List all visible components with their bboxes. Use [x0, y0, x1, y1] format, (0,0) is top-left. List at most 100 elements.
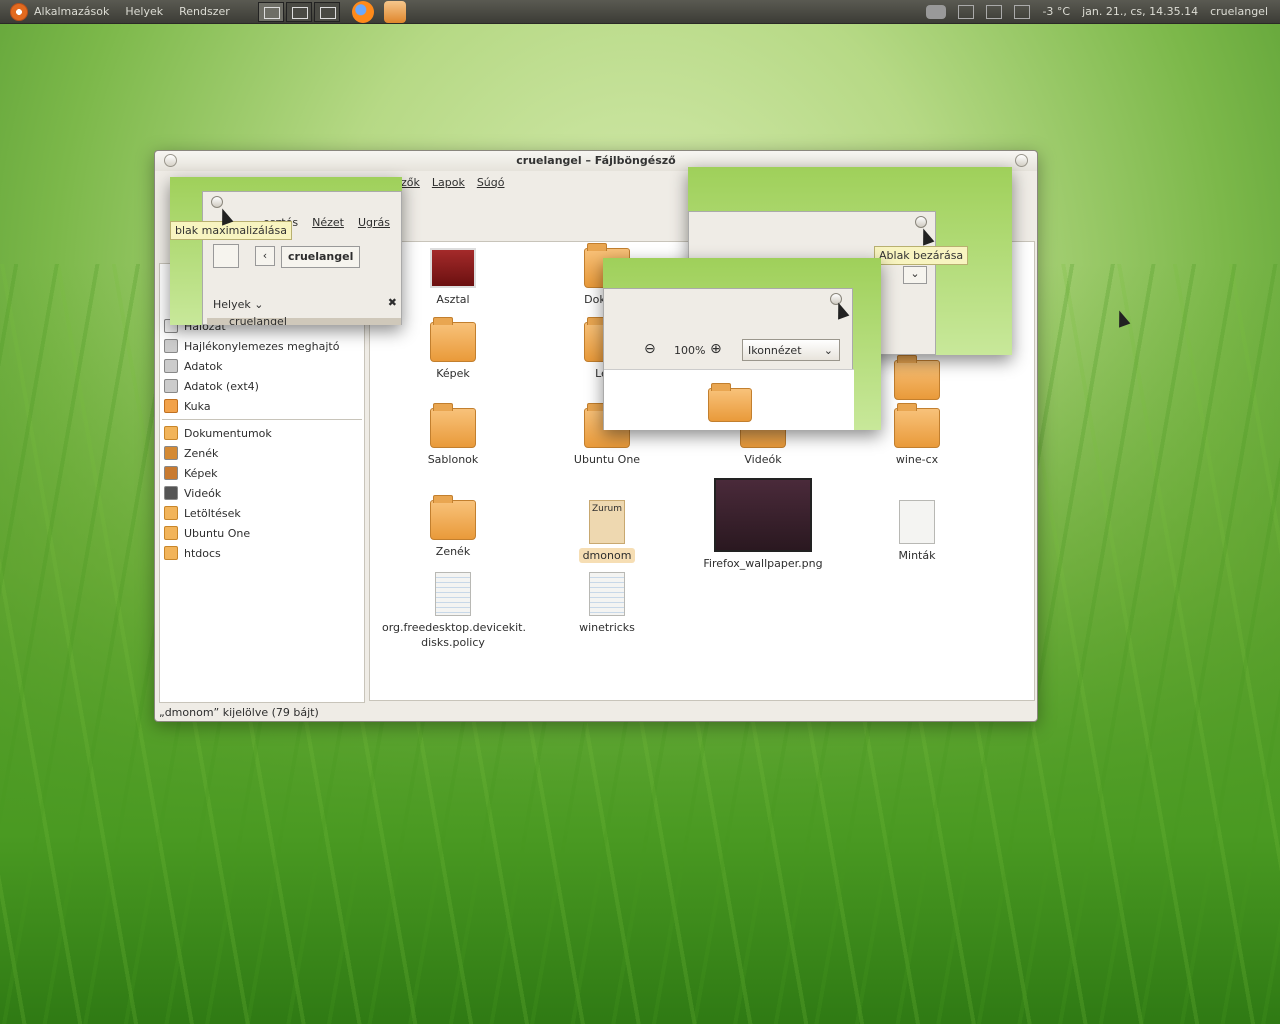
trash-launcher-icon[interactable] — [383, 0, 406, 23]
file-label: Asztal — [436, 293, 470, 306]
drive-icon — [164, 359, 178, 373]
sidebar-item-label: Kuka — [184, 399, 211, 413]
sidebar-place-item[interactable]: Kuka — [160, 396, 364, 416]
menu-tabs[interactable]: Lapok — [432, 176, 465, 189]
maximize-button[interactable] — [211, 196, 223, 208]
close-sidebar-icon[interactable]: ✖ — [388, 296, 397, 309]
chat-icon[interactable] — [926, 4, 947, 19]
file-label-line2: disks.policy — [421, 636, 485, 649]
sidebar-item-label: htdocs — [184, 546, 221, 560]
menu-help[interactable]: Súgó — [477, 176, 505, 189]
location-button[interactable]: cruelangel — [281, 246, 361, 268]
menu-applications[interactable]: Alkalmazások — [34, 5, 109, 18]
sidebar-bookmark-item[interactable]: Letöltések — [160, 503, 364, 523]
maximize-tooltip: blak maximalizálása — [170, 221, 293, 240]
sidebar-item-label: Videók — [184, 486, 222, 500]
document-icon — [899, 500, 935, 544]
sidebar-item-label: Letöltések — [184, 506, 241, 520]
places-dropdown[interactable]: Helyek ⌄ — [213, 298, 263, 311]
folder-icon — [430, 495, 476, 540]
workspace-3[interactable] — [313, 1, 340, 22]
menu-system[interactable]: Rendszer — [179, 5, 230, 18]
text-file-icon — [435, 572, 471, 616]
file-item[interactable]: Firefox_wallpaper.png — [688, 478, 838, 571]
weather-temperature[interactable]: -3 °C — [1042, 5, 1070, 18]
music-folder-icon — [164, 446, 178, 460]
sidebar-place-item[interactable]: Adatok (ext4) — [160, 376, 364, 396]
file-label: winetricks — [579, 621, 635, 634]
folder-icon — [164, 546, 178, 560]
zoom-out-icon[interactable]: ⊖ — [644, 341, 656, 357]
menu-places[interactable]: Helyek — [125, 5, 163, 18]
file-label: Képek — [436, 367, 470, 380]
sidebar-item-home[interactable]: cruelangel — [207, 315, 401, 325]
file-item[interactable]: winetricks — [532, 572, 682, 635]
clock[interactable]: jan. 21., cs, 14.35.14 — [1082, 5, 1198, 18]
window-thumbnail-3[interactable]: ⊖ 100% ⊕ Ikonnézet ⌄ — [603, 258, 881, 430]
drive-icon — [164, 379, 178, 393]
mail-icon[interactable] — [1014, 4, 1031, 19]
sidebar: Hálózat Hajlékonylemezes meghajtó Adatok Ad… — [159, 263, 365, 703]
view-mode-select[interactable]: Ikonnézet ⌄ — [742, 339, 840, 361]
file-item[interactable]: Minták — [842, 500, 992, 563]
file-label: org.freedesktop.devicekit. — [382, 621, 526, 634]
text-file-icon — [589, 572, 625, 616]
folder-icon — [164, 506, 178, 520]
zoom-level[interactable]: 100% — [674, 344, 705, 357]
sidebar-bookmark-item[interactable]: Dokumentumok — [160, 423, 364, 443]
folder-icon — [430, 403, 476, 448]
window-thumbnail-1[interactable]: esztés Nézet Ugrás ‹ cruelangel Helyek ⌄… — [170, 177, 402, 325]
sidebar-item-label: Adatok — [184, 359, 223, 373]
network-icon[interactable] — [986, 4, 1003, 19]
dropdown-arrow-icon[interactable]: ⌄ — [903, 266, 927, 284]
menu-view[interactable]: Nézet — [312, 216, 344, 229]
edit-pencil-icon[interactable] — [213, 244, 239, 268]
sidebar-bookmark-item[interactable]: Képek — [160, 463, 364, 483]
sidebar-item-label: Zenék — [184, 446, 219, 460]
script-file-icon: Zurum — [589, 500, 625, 544]
file-label: Firefox_wallpaper.png — [703, 557, 823, 570]
folder-icon — [164, 526, 178, 540]
user-menu[interactable]: cruelangel — [1210, 5, 1268, 18]
volume-icon[interactable] — [958, 4, 975, 19]
file-item[interactable]: Zurum dmonom — [532, 500, 682, 563]
file-item[interactable]: org.freedesktop.devicekit. disks.policy — [378, 572, 528, 650]
chevron-down-icon: ⌄ — [823, 343, 833, 357]
workspace-1[interactable] — [257, 1, 284, 22]
workspace-2[interactable] — [285, 1, 312, 22]
file-label: wine-cx — [895, 453, 939, 466]
ubuntu-logo-icon[interactable] — [10, 2, 28, 21]
maximize-button[interactable] — [1015, 154, 1028, 167]
sidebar-bookmark-item[interactable]: Ubuntu One — [160, 523, 364, 543]
close-button[interactable] — [164, 154, 177, 167]
close-tooltip: Ablak bezárása — [874, 246, 969, 265]
menu-go[interactable]: Ugrás — [358, 216, 390, 229]
file-item[interactable]: Zenék — [378, 495, 528, 559]
sidebar-bookmark-item[interactable]: Videók — [160, 483, 364, 503]
file-label: Sablonok — [427, 453, 479, 466]
file-label: Videók — [744, 453, 782, 466]
back-button[interactable]: ‹ — [255, 246, 275, 266]
folder-icon[interactable] — [708, 383, 752, 422]
sidebar-bookmark-item[interactable]: Zenék — [160, 443, 364, 463]
zoom-in-icon[interactable]: ⊕ — [710, 341, 722, 357]
sidebar-item-label: Adatok (ext4) — [184, 379, 259, 393]
file-label: Zenék — [435, 545, 471, 558]
pictures-folder-icon — [164, 466, 178, 480]
file-label: dmonom — [578, 548, 636, 563]
close-button[interactable] — [915, 216, 927, 228]
video-folder-icon — [164, 486, 178, 500]
sidebar-item-label: Képek — [184, 466, 218, 480]
folder-icon — [894, 355, 940, 400]
firefox-launcher-icon[interactable] — [351, 0, 374, 23]
file-item[interactable]: Sablonok — [378, 403, 528, 467]
menu-bookmarks[interactable]: zők — [401, 176, 420, 189]
sidebar-place-item[interactable]: Adatok — [160, 356, 364, 376]
workspace-switcher — [257, 1, 342, 22]
trash-icon — [164, 399, 178, 413]
sidebar-item-label: Dokumentumok — [184, 426, 272, 440]
top-panel: Alkalmazások Helyek Rendszer -3 °C jan. … — [0, 0, 1280, 24]
sidebar-place-item[interactable]: Hajlékonylemezes meghajtó — [160, 336, 364, 356]
sidebar-bookmark-item[interactable]: htdocs — [160, 543, 364, 563]
file-item[interactable]: Képek — [378, 317, 528, 381]
